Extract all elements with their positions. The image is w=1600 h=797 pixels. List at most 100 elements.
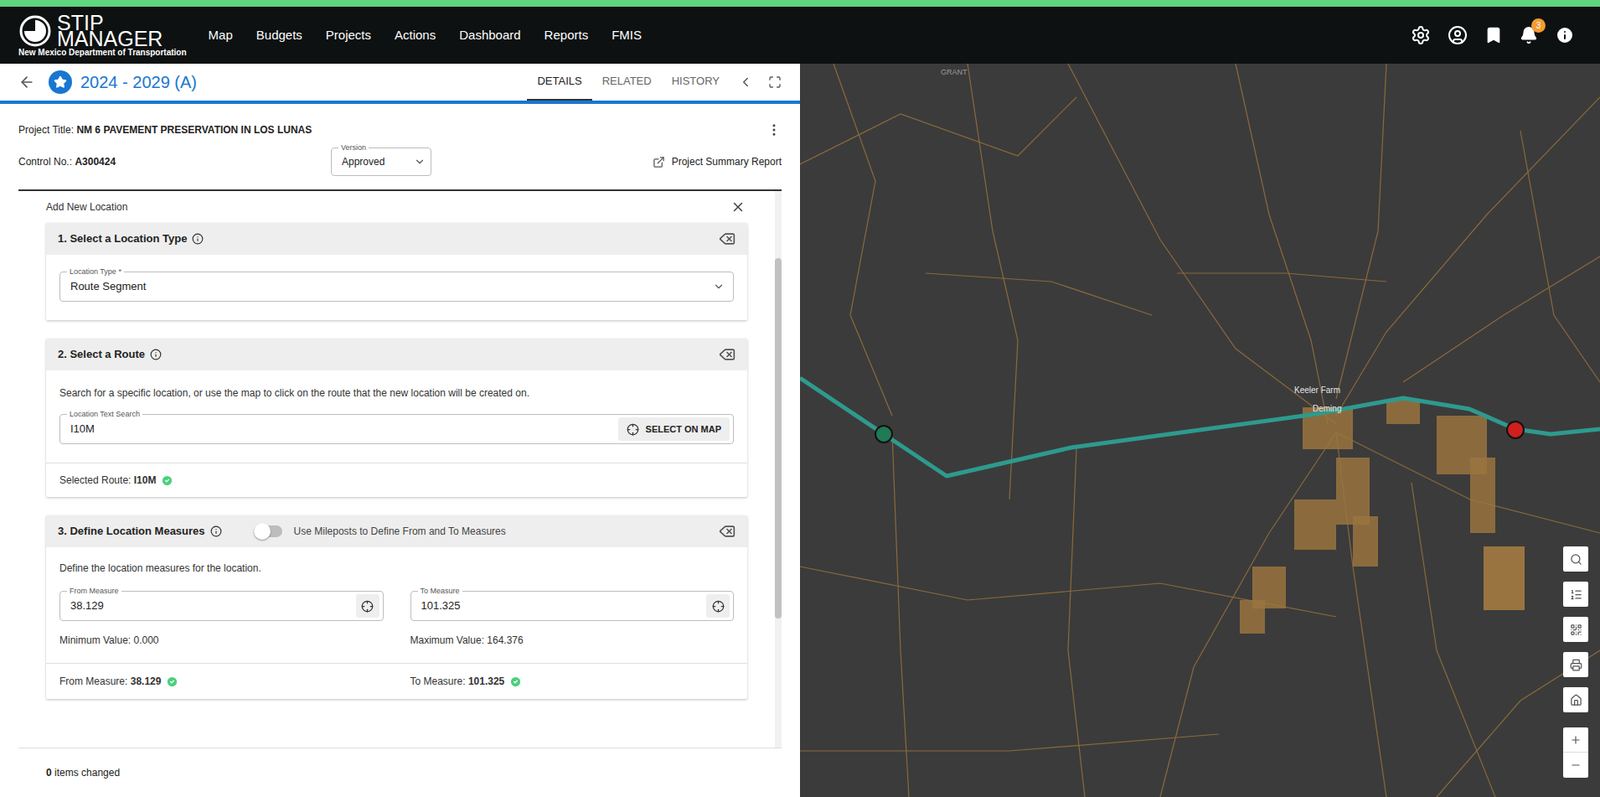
map[interactable]: GRANT Keeler Farm Deming xyxy=(800,63,1600,797)
logo-subtitle: New Mexico Department of Transportation xyxy=(18,47,187,57)
form-area: Add New Location 1. Select a Location Typ… xyxy=(18,189,782,748)
dropdown-icon xyxy=(413,155,426,168)
chevron-left-icon[interactable] xyxy=(738,74,754,90)
map-controls xyxy=(1563,546,1589,778)
nav-item[interactable]: Projects xyxy=(325,25,372,46)
main-nav: Map Budgets Projects Actions Dashboard Report… xyxy=(208,25,642,46)
map-tool-button[interactable] xyxy=(1563,581,1589,607)
section-title: 2. Select a Route xyxy=(57,345,145,363)
route-card: 2. Select a RouteSearch for a specific l… xyxy=(46,338,748,497)
measure-limit: Maximum Value: 164.376 xyxy=(410,632,735,648)
dropdown-icon xyxy=(712,280,725,293)
nav-item[interactable]: Budgets xyxy=(256,25,303,46)
bookmark-icon[interactable] xyxy=(1484,25,1503,45)
clear-icon[interactable] xyxy=(718,345,736,363)
section-title: 1. Select a Location Type xyxy=(57,230,187,248)
scrollbar[interactable] xyxy=(774,190,782,748)
map-tool-icon xyxy=(1569,588,1583,601)
close-icon[interactable] xyxy=(730,199,746,215)
summary-report-link[interactable]: Project Summary Report xyxy=(652,154,782,170)
tab[interactable]: RELATED xyxy=(592,63,662,101)
zoom-out-button[interactable] xyxy=(1563,752,1589,778)
section-title: 3. Define Location Measures xyxy=(57,522,206,540)
info-icon[interactable] xyxy=(149,348,162,361)
map-tool-icon xyxy=(1569,658,1583,671)
section-description: Define the location measures for the loc… xyxy=(59,560,734,576)
crosshair-icon xyxy=(712,599,725,613)
select-on-map-button[interactable]: SELECT ON MAP xyxy=(618,417,730,441)
mileposts-toggle[interactable]: Use Mileposts to Define From and To Meas… xyxy=(253,523,506,539)
map-tool-icon xyxy=(1569,552,1583,566)
check-icon xyxy=(165,675,179,688)
map-label: Deming xyxy=(1312,402,1342,415)
plus-icon xyxy=(1569,733,1582,746)
external-link-icon xyxy=(652,155,666,169)
workspace: 2024 - 2029 (A)DETAILSRELATEDHISTORYProj… xyxy=(0,63,1600,797)
version-select[interactable]: VersionApproved xyxy=(330,147,432,176)
form-title: Add New Location xyxy=(46,199,128,215)
back-icon[interactable] xyxy=(18,73,36,91)
nav-item[interactable]: FMIS xyxy=(611,25,642,46)
check-icon xyxy=(509,675,522,688)
field-value: 101.325 xyxy=(421,597,708,615)
info-icon[interactable] xyxy=(1554,25,1575,46)
field-label: Location Text Search xyxy=(67,408,143,419)
measure-summary: To Measure: 101.325 xyxy=(410,673,506,689)
tab[interactable]: DETAILS xyxy=(526,63,592,101)
minus-icon xyxy=(1569,758,1582,771)
pick-measure-button[interactable] xyxy=(706,593,730,618)
nav-item[interactable]: Actions xyxy=(394,25,436,46)
control-number: Control No.: A300424 xyxy=(18,154,331,170)
zoom-control xyxy=(1563,727,1589,778)
changes-footer: 0 items changed xyxy=(18,747,782,797)
section-header: 1. Select a Location Type xyxy=(46,222,748,255)
map-label: GRANT xyxy=(940,67,968,79)
text-field[interactable]: Location Type *Route Segment xyxy=(59,271,734,302)
record-tabs: DETAILSRELATEDHISTORY xyxy=(526,63,730,101)
changes-count: 0 items changed xyxy=(46,764,120,780)
map-tool-button[interactable] xyxy=(1563,651,1589,677)
gear-icon[interactable] xyxy=(1410,25,1431,46)
text-field[interactable]: From Measure38.129 xyxy=(59,590,384,621)
project-title: Project Title: NM 6 PAVEMENT PRESERVATIO… xyxy=(18,122,312,138)
more-icon[interactable] xyxy=(766,122,782,138)
notifications-button[interactable]: 3 xyxy=(1519,25,1539,45)
map-label: Keeler Farm xyxy=(1294,383,1341,397)
clear-icon[interactable] xyxy=(718,230,736,248)
project-info: Project Title: NM 6 PAVEMENT PRESERVATIO… xyxy=(0,103,800,190)
map-tool-button[interactable] xyxy=(1563,616,1589,642)
nav-item[interactable]: Map xyxy=(208,25,233,46)
zoom-in-button[interactable] xyxy=(1563,727,1589,753)
crosshair-icon xyxy=(361,599,374,613)
info-icon[interactable] xyxy=(191,232,204,245)
clear-icon[interactable] xyxy=(718,522,736,540)
detail-panel: 2024 - 2029 (A)DETAILSRELATEDHISTORYProj… xyxy=(0,63,800,797)
logo[interactable]: STIPMANAGERNew Mexico Department of Tran… xyxy=(18,14,187,57)
field-label: To Measure xyxy=(418,585,463,596)
expand-icon[interactable] xyxy=(768,75,782,89)
nav-item[interactable]: Reports xyxy=(544,25,589,46)
text-field[interactable]: Location Text SearchI10MSELECT ON MAP xyxy=(59,413,734,444)
measures-card: 3. Define Location Measures Use Mileposts… xyxy=(46,515,748,699)
favorite-button[interactable] xyxy=(48,70,73,94)
field-value: 38.129 xyxy=(70,597,357,615)
app: STIPMANAGERNew Mexico Department of Tran… xyxy=(0,0,1600,797)
crosshair-icon xyxy=(626,423,640,436)
map-tool-icon xyxy=(1569,623,1583,636)
notification-badge: 3 xyxy=(1531,18,1546,33)
pick-measure-button[interactable] xyxy=(356,593,380,618)
map-canvas-icon[interactable] xyxy=(800,63,1600,797)
section-header: 2. Select a Route xyxy=(46,338,748,371)
map-tool-button[interactable] xyxy=(1563,546,1589,572)
header-actions: 3 xyxy=(1410,25,1582,46)
check-icon xyxy=(160,474,174,487)
nav-item[interactable]: Dashboard xyxy=(459,25,521,46)
info-icon[interactable] xyxy=(210,525,222,537)
user-icon[interactable] xyxy=(1447,25,1468,46)
section-header: 3. Define Location Measures Use Mileposts… xyxy=(46,515,748,548)
text-field[interactable]: To Measure101.325 xyxy=(410,590,735,621)
field-value: I10M xyxy=(70,420,619,438)
map-tool-button[interactable] xyxy=(1563,686,1589,713)
measure-summary: From Measure: 38.129 xyxy=(59,673,161,689)
tab[interactable]: HISTORY xyxy=(661,63,730,101)
